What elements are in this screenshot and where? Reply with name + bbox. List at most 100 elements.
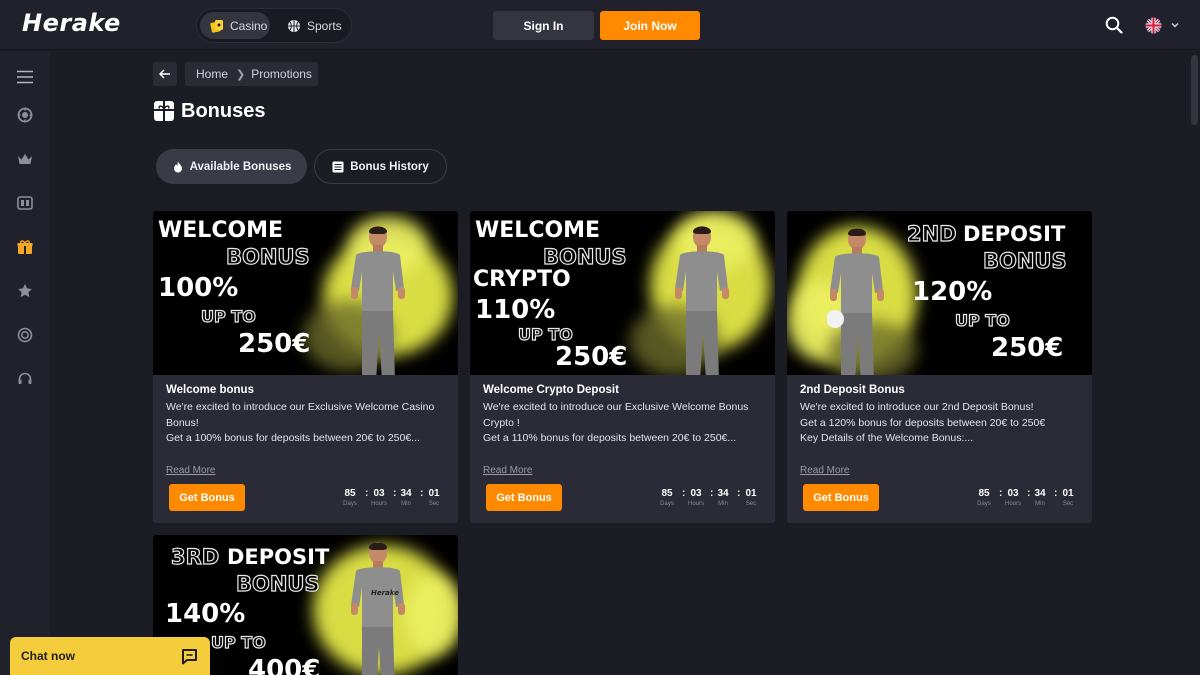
breadcrumb: Home ❯ Promotions <box>185 62 318 86</box>
banner-percent: 120% <box>912 277 993 307</box>
sidebar <box>0 51 50 675</box>
crown-icon <box>18 154 32 164</box>
arrow-left-icon <box>159 69 170 79</box>
banner-line-1: WELCOME <box>475 218 601 243</box>
timer-label: Days <box>660 501 674 507</box>
bonus-card: WELCOME BONUS 100% UP TO 250€ Welcome bo… <box>153 211 458 523</box>
slot-machine-icon <box>17 196 33 210</box>
scrollbar-track[interactable] <box>1189 51 1200 675</box>
sidebar-item-promotions[interactable] <box>14 236 36 258</box>
sidebar-item-slots[interactable] <box>14 192 36 214</box>
scrollbar-thumb[interactable] <box>1191 55 1198 125</box>
tab-available-bonuses[interactable]: Available Bonuses <box>156 149 307 184</box>
desc-line: Get a 110% bonus for deposits between 20… <box>483 432 737 444</box>
banner-line-1b: DEPOSIT <box>227 545 330 569</box>
timer-min: 34 <box>1034 488 1046 499</box>
desc-line: We're excited to introduce our 2nd Depos… <box>800 401 1034 413</box>
tab-bonus-history[interactable]: Bonus History <box>314 149 447 184</box>
bonus-description: We're excited to introduce our 2nd Depos… <box>800 400 1085 447</box>
banner-amount: 400€ <box>248 655 321 675</box>
timer-hours: 03 <box>1007 488 1019 499</box>
get-bonus-button[interactable]: Get Bonus <box>803 484 879 511</box>
timer-label: Min <box>1035 501 1045 507</box>
banner-amount: 250€ <box>555 342 628 372</box>
sign-in-button[interactable]: Sign In <box>493 11 594 40</box>
desc-line: Get a 100% bonus for deposits between 20… <box>166 432 420 444</box>
banner-amount: 250€ <box>238 329 311 359</box>
timer-hours: 03 <box>690 488 702 499</box>
banner-line-2: BONUS <box>982 249 1067 273</box>
countdown-timer: 85 Days : 03 Hours : 34 Min : 01 Sec <box>340 488 445 510</box>
sidebar-item-vip[interactable] <box>14 148 36 170</box>
mode-switch: Casino Sports <box>196 8 352 43</box>
get-bonus-button[interactable]: Get Bonus <box>169 484 245 511</box>
casino-mode-label: Casino <box>230 18 268 33</box>
banner-up-to: UP TO <box>210 633 266 652</box>
sidebar-item-loyalty[interactable] <box>14 324 36 346</box>
sidebar-menu-button[interactable] <box>14 66 36 88</box>
sidebar-item-favorites[interactable] <box>14 280 36 302</box>
shirt-logo: Herake <box>371 589 399 597</box>
language-selector[interactable] <box>1145 16 1181 34</box>
bonus-banner-image[interactable]: 2ND DEPOSIT BONUS 120% UP TO 250€ <box>787 211 1092 375</box>
tab-label: Available Bonuses <box>189 160 292 173</box>
back-button[interactable] <box>153 62 177 86</box>
gift-icon <box>154 101 174 121</box>
flame-icon <box>173 161 182 172</box>
read-more-link[interactable]: Read More <box>483 465 532 476</box>
read-more-link[interactable]: Read More <box>166 465 215 476</box>
bonus-banner-image[interactable]: WELCOME BONUS 100% UP TO 250€ <box>153 211 458 375</box>
menu-icon <box>17 70 33 84</box>
site-logo[interactable]: Herake <box>22 9 121 37</box>
chat-now-button[interactable]: Chat now <box>10 637 210 675</box>
timer-label: Hours <box>1004 501 1021 507</box>
player-image <box>351 542 405 675</box>
timer-days: 85 <box>344 488 356 499</box>
player-image <box>675 226 729 375</box>
banner-up-to: UP TO <box>954 311 1010 330</box>
casino-mode-button[interactable]: Casino <box>200 12 270 39</box>
timer-label: Days <box>343 501 357 507</box>
chat-bubble-icon <box>182 649 197 665</box>
banner-amount: 250€ <box>991 333 1064 363</box>
star-icon <box>18 284 32 298</box>
sidebar-item-support[interactable] <box>14 368 36 390</box>
countdown-timer: 85 Days : 03 Hours : 34 Min : 01 Sec <box>974 488 1079 510</box>
chat-label: Chat now <box>21 649 75 663</box>
banner-line-2: BONUS <box>225 245 310 269</box>
timer-min: 34 <box>717 488 729 499</box>
sports-mode-button[interactable]: Sports <box>281 12 347 39</box>
uk-flag-icon <box>1145 17 1162 33</box>
countdown-timer: 85 Days : 03 Hours : 34 Min : 01 Sec <box>657 488 762 510</box>
banner-line-1a: 3RD <box>170 545 220 569</box>
player-image <box>351 226 405 375</box>
join-now-button[interactable]: Join Now <box>600 11 700 40</box>
timer-min: 34 <box>400 488 412 499</box>
casino-icon <box>210 19 223 33</box>
bonus-banner-image[interactable]: WELCOME BONUS CRYPTO 110% UP TO 250€ <box>470 211 775 375</box>
bonus-title: Welcome bonus <box>166 384 254 396</box>
basketball-icon <box>288 19 300 32</box>
breadcrumb-current: Promotions <box>251 67 312 81</box>
desc-line: Get a 120% bonus for deposits between 20… <box>800 416 1046 429</box>
search-icon[interactable] <box>1105 16 1123 34</box>
page-title: Bonuses <box>153 98 265 124</box>
timer-days: 85 <box>978 488 990 499</box>
bonus-title: Welcome Crypto Deposit <box>483 384 619 396</box>
breadcrumb-home[interactable]: Home <box>196 67 228 81</box>
chevron-down-icon <box>1171 22 1179 28</box>
timer-label: Days <box>977 501 991 507</box>
sports-mode-label: Sports <box>307 18 342 33</box>
chevron-right-icon: ❯ <box>236 68 246 81</box>
bonus-description: We're excited to introduce our Exclusive… <box>166 400 451 447</box>
banner-percent: 110% <box>475 295 556 325</box>
get-bonus-button[interactable]: Get Bonus <box>486 484 562 511</box>
timer-sec: 01 <box>1062 488 1074 499</box>
page-title-text: Bonuses <box>181 99 266 122</box>
badge-icon <box>17 327 33 343</box>
read-more-link[interactable]: Read More <box>800 465 849 476</box>
sidebar-item-casino[interactable] <box>14 104 36 126</box>
banner-percent: 140% <box>165 599 246 629</box>
timer-label: Hours <box>687 501 704 507</box>
timer-days: 85 <box>661 488 673 499</box>
